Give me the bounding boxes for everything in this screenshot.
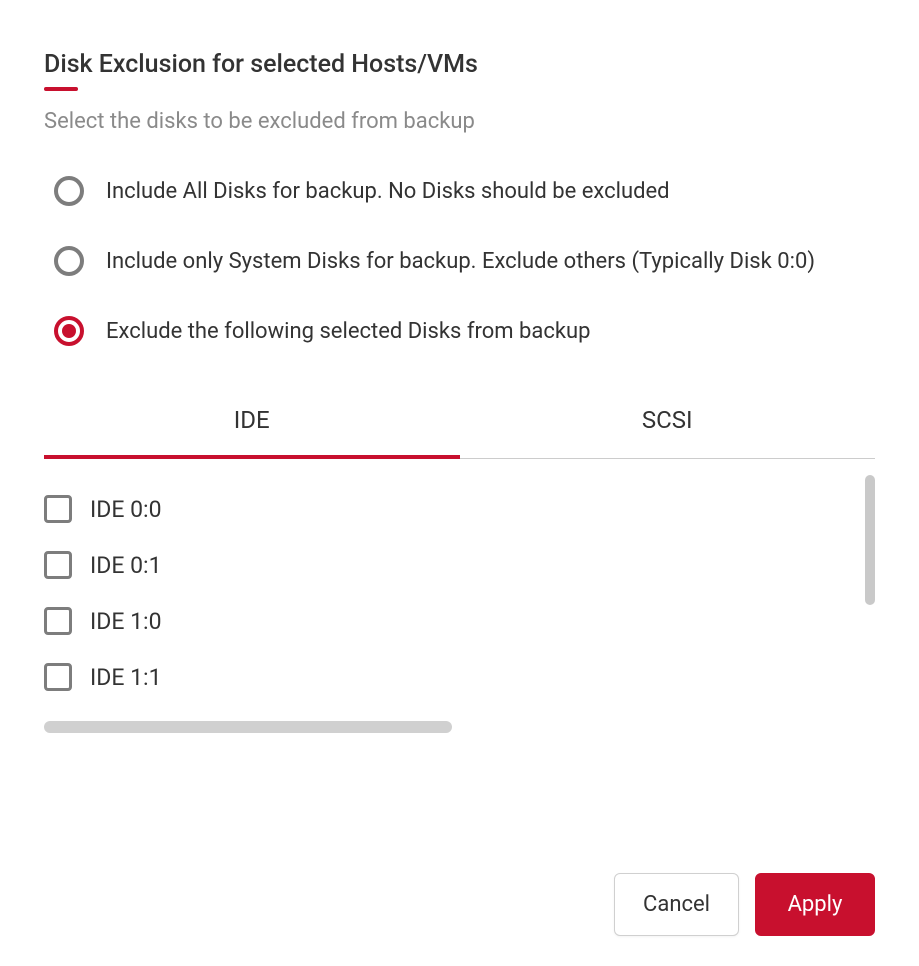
radio-label-exclude-selected: Exclude the following selected Disks fro… (106, 319, 590, 344)
radio-include-all[interactable]: Include All Disks for backup. No Disks s… (54, 176, 875, 206)
disk-label: IDE 1:0 (90, 608, 162, 635)
disk-item[interactable]: IDE 0:0 (44, 481, 875, 537)
apply-button[interactable]: Apply (755, 873, 875, 936)
horizontal-scrollbar[interactable] (44, 721, 452, 733)
radio-icon (54, 246, 84, 276)
tab-scsi[interactable]: SCSI (460, 386, 876, 458)
checkbox-icon (44, 495, 72, 523)
radio-icon (54, 316, 84, 346)
dialog-title: Disk Exclusion for selected Hosts/VMs (44, 50, 478, 91)
tab-ide[interactable]: IDE (44, 386, 460, 458)
checkbox-icon (44, 607, 72, 635)
disk-label: IDE 0:1 (90, 552, 162, 579)
radio-icon (54, 176, 84, 206)
vertical-scrollbar[interactable] (865, 475, 875, 605)
exclusion-mode-radio-group: Include All Disks for backup. No Disks s… (44, 176, 875, 346)
disk-item[interactable]: IDE 1:0 (44, 593, 875, 649)
disk-list-container: IDE 0:0 IDE 0:1 IDE 1:0 IDE 1:1 (44, 475, 875, 715)
dialog-footer: Cancel Apply (614, 873, 875, 936)
cancel-button[interactable]: Cancel (614, 873, 739, 936)
checkbox-icon (44, 551, 72, 579)
checkbox-icon (44, 663, 72, 691)
dialog-subtitle: Select the disks to be excluded from bac… (44, 109, 875, 134)
disk-list: IDE 0:0 IDE 0:1 IDE 1:0 IDE 1:1 (44, 475, 875, 705)
radio-exclude-selected[interactable]: Exclude the following selected Disks fro… (54, 316, 875, 346)
radio-label-system-only: Include only System Disks for backup. Ex… (106, 249, 815, 274)
radio-system-only[interactable]: Include only System Disks for backup. Ex… (54, 246, 875, 276)
disk-item[interactable]: IDE 1:1 (44, 649, 875, 705)
disk-item[interactable]: IDE 0:1 (44, 537, 875, 593)
radio-label-include-all: Include All Disks for backup. No Disks s… (106, 179, 670, 204)
disk-type-tabs: IDE SCSI (44, 386, 875, 459)
disk-label: IDE 1:1 (90, 664, 162, 691)
disk-label: IDE 0:0 (90, 496, 162, 523)
